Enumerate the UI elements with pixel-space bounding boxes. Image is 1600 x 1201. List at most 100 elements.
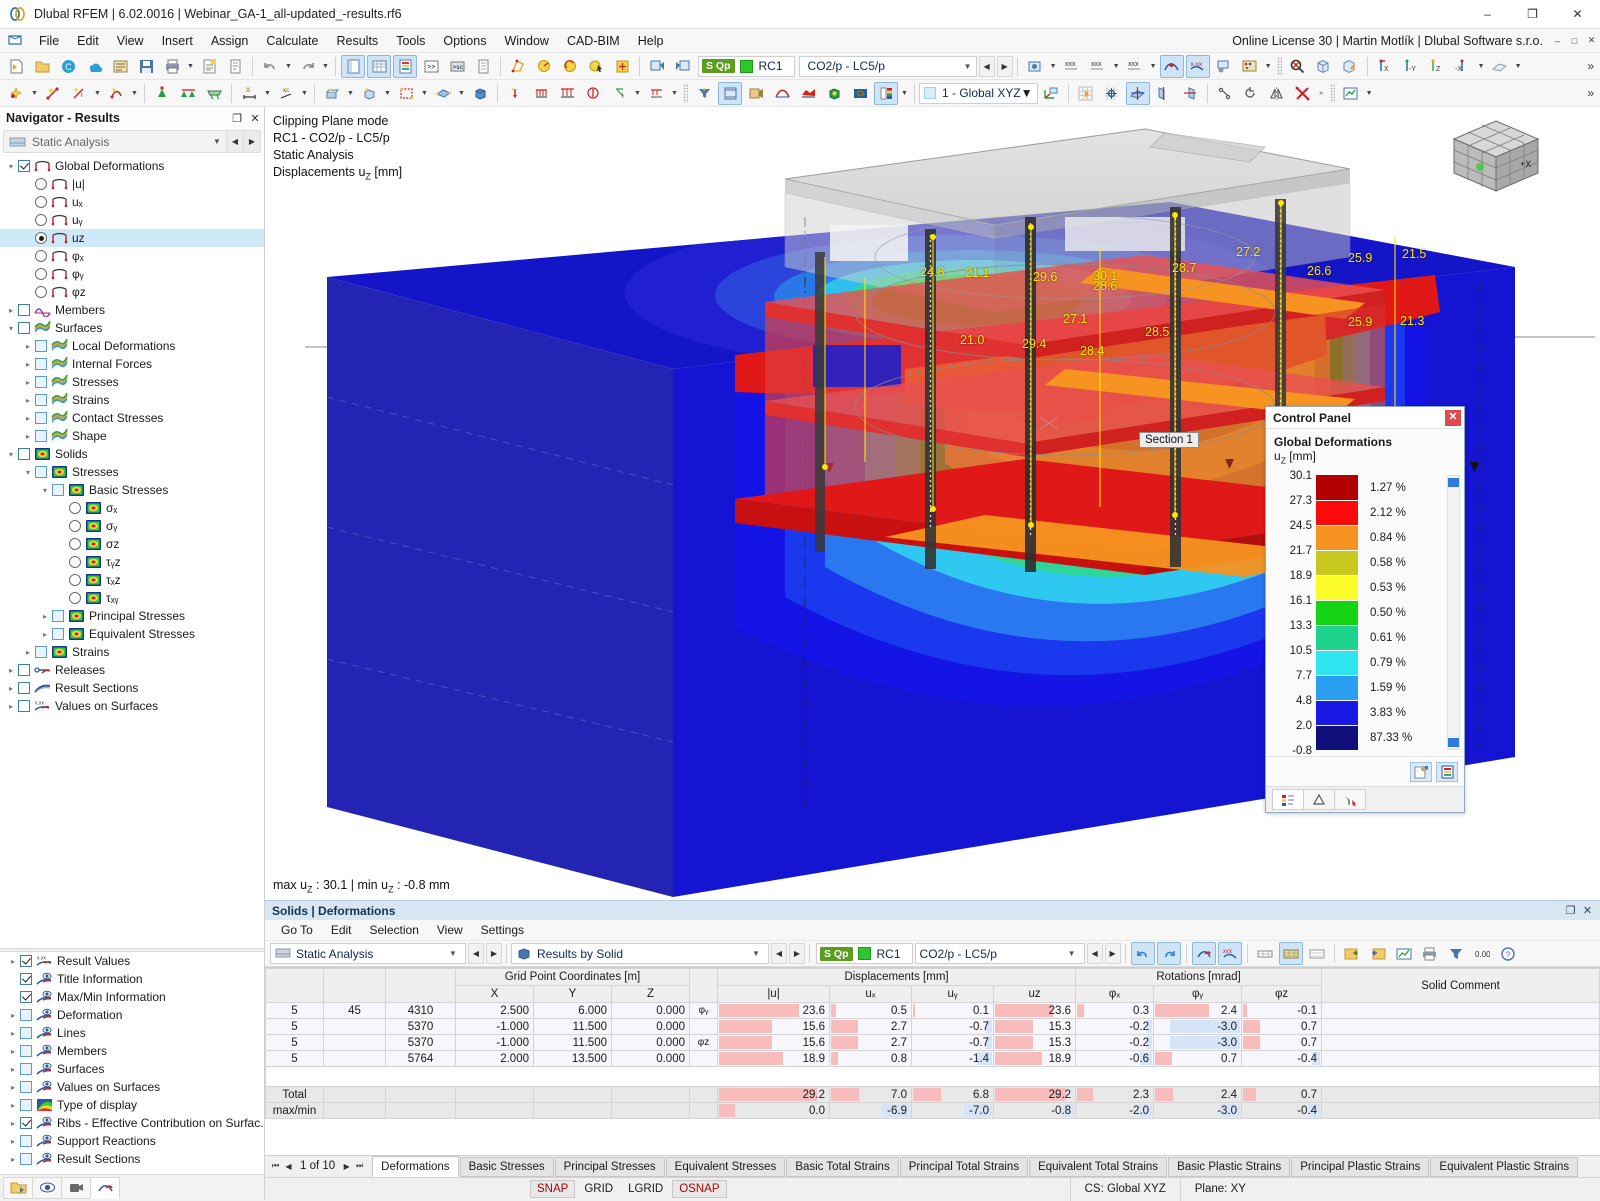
results-by-chevron-icon[interactable]: ▼	[746, 949, 766, 958]
new-opening-caret[interactable]: ▼	[419, 82, 430, 105]
cell-rot-phiz[interactable]: 0.7	[1241, 1034, 1323, 1051]
list-icon[interactable]	[471, 55, 495, 78]
tree-item-[interactable]: σᴢ	[0, 535, 264, 553]
table-decimals-icon[interactable]: 0.00	[1470, 942, 1494, 965]
undo-icon[interactable]	[258, 55, 282, 78]
load-case-select[interactable]: CO2/p - LC5/p ▼	[798, 55, 977, 77]
result-tab-principal-plastic-strains[interactable]: Principal Plastic Strains	[1291, 1157, 1430, 1177]
display-item-members[interactable]: ▸ Members	[0, 1042, 264, 1060]
new-solid-icon[interactable]	[357, 82, 381, 105]
dimension-xx-caret[interactable]: ▼	[299, 82, 310, 105]
tree-item-contact-stresses[interactable]: ▸ Contact Stresses	[0, 409, 264, 427]
tree-checkbox[interactable]	[20, 1063, 32, 1075]
results-table-container[interactable]: Grid Point Coordinates [m] Displacements…	[265, 967, 1600, 1155]
chevron-down-icon[interactable]: ▼	[958, 62, 972, 71]
results-by-prev[interactable]: ◀	[771, 943, 787, 964]
display-item-surfaces[interactable]: ▸ Surfaces	[0, 1060, 264, 1078]
cell-disp-uz[interactable]: 15.3	[992, 1018, 1077, 1035]
navigator-tab-views-icon[interactable]	[61, 1176, 91, 1199]
cs-chevron-down-icon[interactable]: ▼	[1021, 86, 1033, 100]
tree-expander[interactable]: ▸	[38, 630, 52, 639]
filter-icon[interactable]	[692, 82, 716, 105]
legend-edit-icon[interactable]	[1410, 761, 1432, 782]
tree-radio[interactable]	[35, 250, 47, 262]
cs-axes-icon[interactable]	[1039, 82, 1063, 105]
result-settings-icon[interactable]	[1212, 55, 1236, 78]
tree-expander[interactable]: ▸	[4, 306, 18, 315]
xxx-values-icon[interactable]: xxx	[1123, 55, 1147, 78]
tree-expander[interactable]: ▸	[21, 414, 35, 423]
legend-swatch-8[interactable]	[1316, 675, 1358, 701]
view-y-icon[interactable]: -Y	[1399, 55, 1423, 78]
results-table-caret[interactable]: ▼	[1364, 82, 1375, 105]
result-analysis-next[interactable]: ▶	[486, 943, 502, 964]
th-rot-phiz[interactable]: φᴢ	[1241, 985, 1323, 1003]
tree-item-[interactable]: φᵧ	[0, 265, 264, 283]
print-dropdown-caret[interactable]: ▼	[185, 55, 196, 78]
cell-comment[interactable]	[1321, 1018, 1600, 1035]
tree-item-shape[interactable]: ▸ Shape	[0, 427, 264, 445]
tree-checkbox[interactable]	[20, 973, 32, 985]
result-panel-close-icon[interactable]: ✕	[1579, 904, 1596, 917]
cell-disp-uz[interactable]: 15.3	[992, 1034, 1077, 1051]
display-expander[interactable]: ▸	[6, 1065, 20, 1074]
redo-icon[interactable]	[295, 55, 319, 78]
tree-item-[interactable]: σᵧ	[0, 517, 264, 535]
tree-expander[interactable]: ▸	[21, 396, 35, 405]
toolbar-grip-3[interactable]	[1329, 83, 1335, 103]
cell-disp-ux[interactable]: 0.8	[829, 1050, 912, 1067]
display-expander[interactable]: ▸	[6, 1083, 20, 1092]
zoom-out-icon[interactable]	[1286, 55, 1310, 78]
result-values-icon[interactable]: x.xx	[1185, 54, 1210, 78]
tree-item-global-deformations[interactable]: ▾ Global Deformations	[0, 157, 264, 175]
menu-edit[interactable]: Edit	[68, 31, 108, 51]
analysis-prev-button[interactable]: ◀	[226, 131, 243, 152]
toolbar-grip-2[interactable]	[683, 83, 688, 103]
cell-rot-phix[interactable]: 0.3	[1075, 1002, 1155, 1019]
results-display-1-icon[interactable]	[645, 55, 669, 78]
result-rc-badge[interactable]: S Qp RC1	[816, 943, 913, 964]
close-button[interactable]: ✕	[1555, 0, 1600, 29]
plane-xy-icon[interactable]	[1125, 81, 1150, 105]
tree-expander[interactable]: ▸	[21, 342, 35, 351]
window-menu-icon[interactable]	[7, 33, 25, 49]
navigator-close-icon[interactable]: ✕	[246, 112, 264, 125]
tree-item-members[interactable]: ▸ Members	[0, 301, 264, 319]
cell-disp-uy[interactable]: -0.7	[911, 1034, 994, 1051]
th-grid-point-no[interactable]	[385, 968, 456, 1003]
tree-item-u[interactable]: uᵧ	[0, 211, 264, 229]
menu-assign[interactable]: Assign	[202, 31, 258, 51]
load-imposed-icon[interactable]	[644, 82, 668, 105]
tree-checkbox[interactable]	[18, 664, 30, 676]
result-analysis-prev[interactable]: ◀	[468, 943, 484, 964]
clipping-plane-icon[interactable]	[718, 81, 742, 105]
print-icon[interactable]	[160, 55, 184, 78]
result-menu-view[interactable]: View	[428, 921, 472, 939]
table-import-icon[interactable]	[1366, 942, 1390, 965]
result-diagram-icon[interactable]	[1159, 54, 1184, 78]
control-panel[interactable]: Control Panel ✕ Global Deformations uZ […	[1265, 406, 1465, 814]
table-view-list-icon[interactable]	[1305, 942, 1329, 965]
th-solid-no[interactable]	[265, 968, 324, 1003]
th-disp-uy[interactable]: uᵧ	[911, 985, 994, 1003]
result-load-case-select[interactable]: CO2/p - LC5/p ▼	[914, 943, 1085, 964]
tree-expander[interactable]: ▸	[21, 378, 35, 387]
select-all-icon[interactable]	[506, 55, 530, 78]
abacus-caret[interactable]: ▼	[1263, 55, 1274, 78]
view-negx-icon[interactable]: -X	[1451, 55, 1475, 78]
tree-checkbox[interactable]	[20, 1099, 32, 1111]
new-line-icon[interactable]	[41, 82, 65, 105]
menu-calculate[interactable]: Calculate	[257, 31, 327, 51]
th-coord-y[interactable]: Y	[533, 985, 612, 1003]
results-table-icon[interactable]	[1339, 82, 1363, 105]
tree-expander[interactable]: ▸	[21, 432, 35, 441]
cell-disp-u[interactable]: 15.6	[717, 1034, 830, 1051]
new-node-icon[interactable]	[4, 82, 28, 105]
surface-support-icon[interactable]	[202, 82, 226, 105]
menu-cadbim[interactable]: CAD-BIM	[558, 31, 629, 51]
tree-item-equivalent-stresses[interactable]: ▸ Equivalent Stresses	[0, 625, 264, 643]
result-combination-badge[interactable]: S Qp RC1	[698, 55, 795, 77]
tree-checkbox[interactable]	[35, 646, 47, 658]
coordinate-system-select[interactable]: 1 - Global XYZ ▼	[919, 82, 1038, 104]
render-dropdown-caret[interactable]: ▼	[1048, 55, 1059, 78]
